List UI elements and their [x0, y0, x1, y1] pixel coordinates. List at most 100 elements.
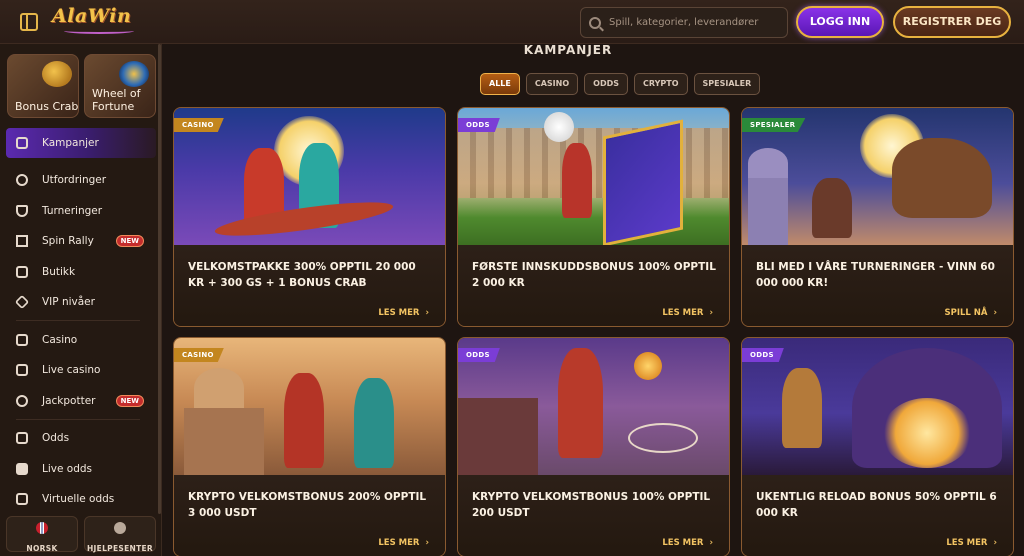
read-more-link[interactable]: LES MER ›	[946, 538, 997, 548]
top-bar: AlaWin LOGG INN REGISTRER DEG	[0, 0, 1024, 44]
filter-chip-crypto[interactable]: CRYPTO	[634, 73, 688, 95]
category-tag: SPESIALER	[742, 118, 806, 132]
sidebar-item-spin-rally[interactable]: Spin Rally NEW	[16, 230, 152, 252]
sidebar-item-live-odds[interactable]: Live odds	[16, 458, 152, 480]
chevron-right-icon: ›	[425, 308, 429, 318]
sidebar-item-label: Casino	[42, 334, 78, 346]
read-more-link[interactable]: LES MER ›	[378, 308, 429, 318]
page-title: KAMPANJER	[523, 43, 613, 57]
chevron-right-icon: ›	[709, 308, 713, 318]
logo-swoosh	[64, 28, 134, 34]
crab-icon	[42, 61, 72, 87]
promo-card-body: BLI MED I VÅRE TURNERINGER - VINN 60 000…	[742, 245, 1013, 326]
promo-card-title: KRYPTO VELKOMSTBONUS 100% OPPTIL 200 USD…	[472, 491, 711, 519]
promo-card-title: FØRSTE INNSKUDDSBONUS 100% OPPTIL 2 000 …	[472, 261, 716, 289]
sidebar-item-label: Butikk	[42, 266, 76, 278]
promo-tile-wheel-of-fortune[interactable]: Wheel of Fortune	[84, 54, 156, 118]
promo-card[interactable]: SPESIALER BLI MED I VÅRE TURNERINGER - V…	[741, 107, 1014, 327]
new-badge: NEW	[115, 235, 144, 247]
login-button[interactable]: LOGG INN	[796, 6, 884, 38]
filter-chip-spesialer[interactable]: SPESIALER	[693, 73, 761, 95]
sidebar-item-turneringer[interactable]: Turneringer	[16, 200, 152, 222]
filter-chip-odds[interactable]: ODDS	[584, 73, 628, 95]
sidebar-item-utfordringer[interactable]: Utfordringer	[16, 169, 152, 191]
sidebar-item-label: Odds	[42, 432, 70, 444]
filter-bar: ALLE CASINO ODDS CRYPTO SPESIALER	[480, 73, 761, 95]
gift-icon	[16, 137, 28, 149]
chevron-right-icon: ›	[993, 538, 997, 548]
help-label: HJELPESENTER	[86, 544, 153, 553]
sidebar-item-kampanjer[interactable]: Kampanjer	[16, 132, 152, 154]
sidebar-item-label: Jackpotter	[42, 395, 96, 407]
promo-card[interactable]: CASINO VELKOMSTPAKKE 300% OPPTIL 20 000 …	[173, 107, 446, 327]
slot-machine-icon	[16, 334, 28, 346]
language-label: NORSK	[26, 544, 58, 553]
norway-flag-icon	[36, 522, 48, 534]
sidebar-item-odds[interactable]: Odds	[16, 427, 152, 449]
sidebar-item-label: Kampanjer	[42, 137, 99, 149]
promo-card-body: KRYPTO VELKOMSTBONUS 100% OPPTIL 200 USD…	[458, 475, 729, 556]
chevron-right-icon: ›	[425, 538, 429, 548]
promo-tile-bonus-crab[interactable]: Bonus Crab	[7, 54, 79, 118]
category-tag: ODDS	[742, 348, 784, 362]
wheel-icon	[119, 61, 149, 87]
promo-card-title: UKENTLIG RELOAD BONUS 50% OPPTIL 6 000 K…	[756, 491, 997, 519]
sidebar-divider	[16, 419, 140, 420]
sidebar-item-label: Live odds	[42, 463, 93, 475]
promo-card-image	[742, 338, 1013, 475]
search-box[interactable]	[580, 7, 788, 38]
sidebar-scrollbar[interactable]	[158, 44, 161, 514]
sidebar-item-label: Live casino	[42, 364, 101, 376]
sidebar-item-live-casino[interactable]: Live casino	[16, 359, 152, 381]
promo-card-body: FØRSTE INNSKUDDSBONUS 100% OPPTIL 2 000 …	[458, 245, 729, 326]
sidebar-item-jackpotter[interactable]: Jackpotter NEW	[16, 390, 152, 412]
sidebar-toggle-icon[interactable]	[20, 13, 38, 31]
promo-card[interactable]: ODDS FØRSTE INNSKUDDSBONUS 100% OPPTIL 2…	[457, 107, 730, 327]
promo-card-title: BLI MED I VÅRE TURNERINGER - VINN 60 000…	[756, 261, 995, 289]
filter-chip-casino[interactable]: CASINO	[525, 73, 579, 95]
play-now-link[interactable]: SPILL NÅ ›	[944, 308, 997, 318]
sidebar-item-label: Virtuelle odds	[42, 493, 115, 505]
diamond-icon	[14, 294, 30, 310]
sidebar-item-label: Utfordringer	[42, 174, 107, 186]
ticket-icon	[16, 432, 28, 444]
sidebar-item-butikk[interactable]: Butikk	[16, 261, 152, 283]
trophy-icon	[16, 205, 28, 217]
cards-icon	[16, 364, 28, 376]
promo-card-body: UKENTLIG RELOAD BONUS 50% OPPTIL 6 000 K…	[742, 475, 1013, 556]
promo-card-body: VELKOMSTPAKKE 300% OPPTIL 20 000 KR + 30…	[174, 245, 445, 326]
language-button[interactable]: NORSK	[6, 516, 78, 553]
promo-tile-label: Wheel of Fortune	[92, 87, 141, 113]
sidebar-item-casino[interactable]: Casino	[16, 329, 152, 351]
promo-card-image	[458, 108, 729, 245]
chevron-right-icon: ›	[709, 538, 713, 548]
category-tag: CASINO	[174, 348, 224, 362]
sidebar-item-vip-nivaer[interactable]: VIP nivåer	[14, 291, 152, 313]
shop-icon	[16, 266, 28, 278]
register-button[interactable]: REGISTRER DEG	[893, 6, 1011, 38]
promo-card[interactable]: ODDS KRYPTO VELKOMSTBONUS 100% OPPTIL 20…	[457, 337, 730, 556]
sidebar-divider	[16, 320, 140, 321]
read-more-link[interactable]: LES MER ›	[662, 538, 713, 548]
search-input[interactable]	[609, 17, 784, 28]
sidebar-item-virtuelle-odds[interactable]: Virtuelle odds	[16, 488, 152, 510]
promo-card-title: KRYPTO VELKOMSTBONUS 200% OPPTIL 3 000 U…	[188, 491, 427, 519]
flag-icon	[16, 235, 28, 247]
filter-chip-alle[interactable]: ALLE	[480, 73, 520, 95]
promo-card[interactable]: ODDS UKENTLIG RELOAD BONUS 50% OPPTIL 6 …	[741, 337, 1014, 556]
promo-card[interactable]: CASINO KRYPTO VELKOMSTBONUS 200% OPPTIL …	[173, 337, 446, 556]
read-more-link[interactable]: LES MER ›	[378, 538, 429, 548]
virtual-icon	[16, 493, 28, 505]
sidebar-item-label: VIP nivåer	[42, 296, 95, 308]
read-more-link[interactable]: LES MER ›	[662, 308, 713, 318]
search-icon	[589, 16, 601, 29]
promo-card-body: KRYPTO VELKOMSTBONUS 200% OPPTIL 3 000 U…	[174, 475, 445, 556]
promo-card-image	[458, 338, 729, 475]
help-center-button[interactable]: HJELPESENTER	[84, 516, 156, 553]
promo-card-title: VELKOMSTPAKKE 300% OPPTIL 20 000 KR + 30…	[188, 261, 416, 289]
new-badge: NEW	[115, 395, 144, 407]
help-icon	[114, 522, 126, 534]
chevron-right-icon: ›	[993, 308, 997, 318]
sidebar-item-label: Spin Rally	[42, 235, 94, 247]
promo-tile-label: Bonus Crab	[15, 100, 79, 113]
